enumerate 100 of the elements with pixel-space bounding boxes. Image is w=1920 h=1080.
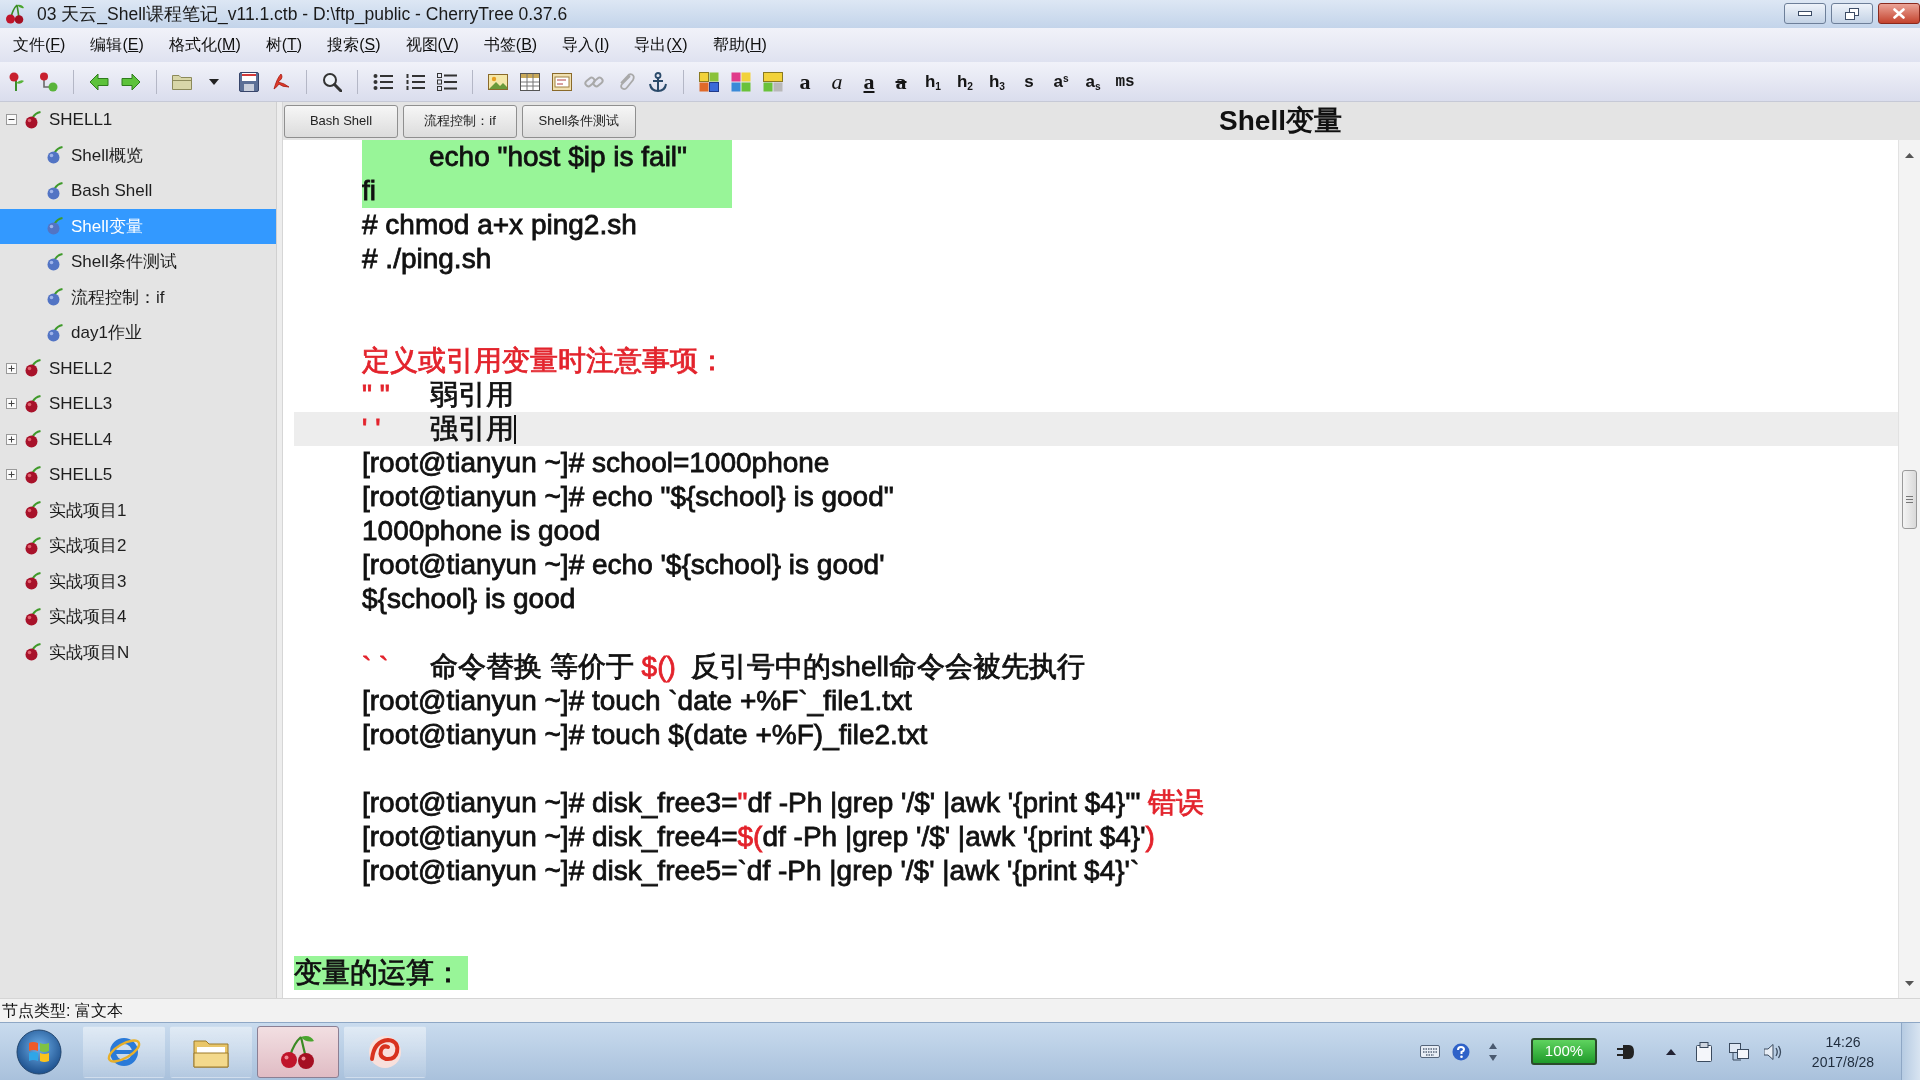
color-blocks-icon[interactable]	[699, 71, 719, 92]
underline-button[interactable]: a	[853, 70, 885, 93]
monospace-button[interactable]: ms	[1109, 73, 1141, 90]
caret-down-icon[interactable]	[209, 78, 219, 85]
taskbar-button[interactable]	[257, 1025, 339, 1078]
close-button[interactable]	[1878, 3, 1920, 24]
keyboard-icon[interactable]	[1420, 1045, 1440, 1058]
screens-icon[interactable]	[1729, 1042, 1749, 1061]
tree-item[interactable]: Shell条件测试	[71, 249, 177, 275]
table-icon[interactable]	[520, 71, 540, 92]
plug-icon[interactable]	[1617, 1043, 1635, 1060]
tree-item[interactable]: SHELL2	[49, 355, 113, 381]
arrows-icon[interactable]	[1489, 1042, 1497, 1061]
tree-item[interactable]: SHELL3	[49, 391, 113, 417]
text-line: [root@tianyun ~]# disk_free3="df -Ph |grep '/$' |awk '{print $4}'" 错误	[362, 788, 1205, 818]
clipboard-icon[interactable]	[1696, 1041, 1712, 1062]
heading-button[interactable]: h$_{3}$	[981, 73, 1013, 90]
cherry-icon	[25, 536, 41, 555]
tree-item[interactable]: 实战项目N	[49, 639, 130, 665]
small-text-button[interactable]: s	[1013, 73, 1045, 90]
tree-item[interactable]: SHELL4	[49, 426, 113, 452]
menu-item[interactable]: 书签(B)	[471, 31, 550, 59]
menu-item[interactable]: 树(T)	[253, 31, 315, 59]
caret-up-icon[interactable]	[1666, 1048, 1676, 1055]
tree-item[interactable]: 实战项目4	[49, 604, 127, 630]
menu-item[interactable]: 格式化(M)	[156, 31, 253, 59]
clock-time: 14:26	[1825, 1032, 1861, 1052]
menu-item[interactable]: 搜索(S)	[315, 31, 393, 59]
plus-icon[interactable]	[5, 469, 17, 481]
color-blocks-icon[interactable]	[731, 71, 751, 92]
text-line: # chmod a+x ping2.sh	[362, 210, 637, 240]
node-button[interactable]: 流程控制：if	[403, 104, 517, 138]
save-icon[interactable]	[239, 71, 259, 92]
tree-item[interactable]: SHELL1	[49, 107, 113, 133]
minimize-icon	[1798, 11, 1812, 16]
tree-item[interactable]: 实战项目3	[49, 568, 127, 594]
box-icon[interactable]	[552, 71, 572, 92]
tree-item[interactable]: 实战项目2	[49, 533, 127, 559]
text-cursor-icon	[514, 414, 516, 444]
tree-item[interactable]: 实战项目1	[49, 497, 127, 523]
plus-icon[interactable]	[5, 398, 17, 410]
cherry-icon	[25, 359, 41, 378]
tree-item[interactable]: Shell概览	[71, 142, 143, 168]
restore-button[interactable]	[1831, 3, 1873, 24]
heading-button[interactable]: h$_{1}$	[917, 73, 949, 90]
scroll-down-icon[interactable]	[1905, 981, 1914, 986]
text-line: " " 弱引用	[362, 380, 514, 410]
cherry-icon	[25, 394, 41, 413]
tree-item[interactable]: Bash Shell	[71, 178, 153, 204]
cherry-icon	[25, 465, 41, 484]
search-icon[interactable]	[322, 71, 342, 92]
speaker-icon[interactable]	[1764, 1043, 1782, 1060]
text-line: ` ` 命令替换 等价于 $() 反引号中的shell命令会被先执行	[362, 652, 1085, 682]
arrow-right-icon[interactable]	[121, 71, 141, 92]
bullet-list-icon[interactable]	[373, 71, 393, 92]
cherry-icon	[25, 501, 41, 520]
menu-item[interactable]: 导入(I)	[550, 31, 622, 59]
superscript-button[interactable]: a$^{s}$	[1045, 73, 1077, 90]
cherry-icon	[25, 430, 41, 449]
node-button[interactable]: Bash Shell	[284, 104, 398, 138]
node-title: Shell变量	[1219, 104, 1342, 138]
bold-button[interactable]: a	[789, 70, 821, 93]
tree-item[interactable]: day1作业	[71, 320, 142, 346]
text-line: echo "host $ip is fail"	[429, 142, 687, 172]
arrow-left-icon[interactable]	[89, 71, 109, 92]
cherry-icon	[47, 181, 63, 200]
color-blocks-icon[interactable]	[763, 71, 783, 92]
menu-item[interactable]: 文件(F)	[1, 31, 78, 59]
scrollbar-thumb[interactable]	[1902, 470, 1917, 529]
menu-item[interactable]: 导出(X)	[622, 31, 700, 59]
menu-item[interactable]: 视图(V)	[393, 31, 471, 59]
node-button[interactable]: Shell条件测试	[522, 104, 636, 138]
help-icon[interactable]	[1452, 1042, 1470, 1061]
minimize-button[interactable]	[1784, 3, 1826, 24]
menu-item[interactable]: 帮助(H)	[700, 31, 779, 59]
checklist-icon[interactable]	[437, 71, 457, 92]
tree-item[interactable]: SHELL5	[49, 462, 113, 488]
branch-icon[interactable]	[38, 71, 58, 92]
text-line: 定义或引用变量时注意事项：	[362, 346, 726, 376]
taskbar-button[interactable]	[83, 1025, 165, 1078]
cherry-icon	[47, 288, 63, 307]
text-line: [root@tianyun ~]# touch `date +%F`_file1.txt	[362, 686, 912, 716]
scroll-up-icon[interactable]	[1905, 153, 1914, 158]
plus-icon[interactable]	[5, 362, 17, 374]
swirl-icon[interactable]	[271, 71, 291, 92]
tree-item[interactable]: 流程控制：if	[71, 284, 165, 310]
taskbar-button[interactable]	[344, 1025, 426, 1078]
text-line: [root@tianyun ~]# disk_free5=`df -Ph |grep '/$' |awk '{print $4}'`	[362, 856, 1140, 886]
italic-button[interactable]: a	[821, 70, 853, 93]
minus-icon[interactable]	[5, 114, 17, 126]
subscript-button[interactable]: a$_{s}$	[1077, 73, 1109, 90]
image-icon[interactable]	[488, 71, 508, 92]
plus-icon[interactable]	[5, 433, 17, 445]
menu-item[interactable]: 编辑(E)	[78, 31, 156, 59]
strikethrough-button[interactable]: a	[885, 70, 917, 93]
text-line: [root@tianyun ~]# echo '${school} is good'	[362, 550, 885, 580]
anchor-icon[interactable]	[648, 71, 668, 92]
heading-button[interactable]: h$_{2}$	[949, 73, 981, 90]
cherry-icon	[25, 643, 41, 662]
list-icon[interactable]	[405, 71, 425, 92]
